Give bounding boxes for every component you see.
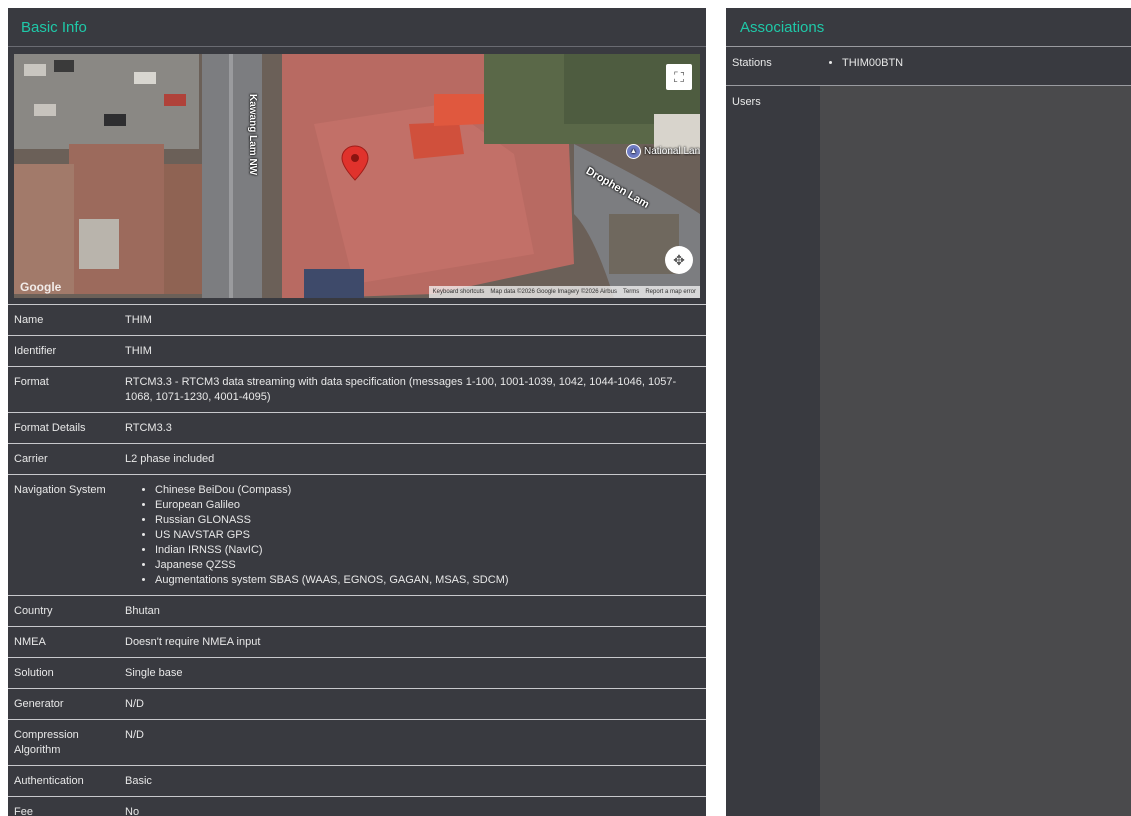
basic-info-panel: Basic Info Kawang Lam NW Drophen Lam ▲ N… — [8, 8, 706, 816]
info-row-solution: Solution Single base — [8, 657, 706, 688]
keyboard-shortcuts-link[interactable]: Keyboard shortcuts — [433, 289, 485, 295]
poi-national[interactable]: ▲ National Lan — [626, 144, 700, 159]
fullscreen-button[interactable]: ⛶ — [666, 64, 692, 90]
google-logo: Google — [20, 280, 62, 294]
row-label: NMEA — [14, 636, 46, 648]
street-label-kawang: Kawang Lam NW — [247, 94, 258, 176]
info-row-compression: Compression Algorithm N/D — [8, 719, 706, 765]
info-row-identifier: Identifier THIM — [8, 335, 706, 366]
info-row-navigation-system: Navigation System Chinese BeiDou (Compas… — [8, 474, 706, 595]
info-row-format-details: Format Details RTCM3.3 — [8, 412, 706, 443]
info-row-carrier: Carrier L2 phase included — [8, 443, 706, 474]
info-row-name: Name THIM — [8, 304, 706, 335]
report-error-link[interactable]: Report a map error — [645, 289, 696, 295]
row-label: Solution — [14, 667, 54, 679]
info-row-generator: Generator N/D — [8, 688, 706, 719]
stations-value: THIM00BTN — [820, 47, 903, 85]
row-value: L2 phase included — [125, 453, 215, 465]
poi-label: National Lan — [644, 146, 700, 157]
terms-link[interactable]: Terms — [623, 289, 639, 295]
list-item: Indian IRNSS (NavIC) — [155, 543, 698, 558]
row-label: Format — [14, 376, 49, 388]
list-item: Chinese BeiDou (Compass) — [155, 483, 698, 498]
users-row: Users — [726, 86, 1131, 816]
list-item: Japanese QZSS — [155, 558, 698, 573]
stations-label: Stations — [732, 57, 772, 69]
info-row-country: Country Bhutan — [8, 595, 706, 626]
info-row-format: Format RTCM3.3 - RTCM3 data streaming wi… — [8, 366, 706, 412]
list-item: Russian GLONASS — [155, 513, 698, 528]
row-value: No — [125, 806, 140, 816]
info-row-nmea: NMEA Doesn't require NMEA input — [8, 626, 706, 657]
associations-body: Stations THIM00BTN Users — [726, 47, 1131, 816]
users-value — [820, 86, 1131, 816]
info-row-fee: Fee No — [8, 796, 706, 816]
list-item: European Galileo — [155, 498, 698, 513]
associations-panel: Associations Stations THIM00BTN Users — [726, 8, 1131, 816]
row-label: Compression Algorithm — [14, 729, 79, 756]
pan-control-button[interactable]: ✥ — [665, 246, 693, 274]
row-label: Format Details — [14, 422, 86, 434]
row-value: Basic — [125, 775, 152, 787]
row-value: N/D — [125, 698, 144, 710]
row-value: THIM — [125, 345, 152, 357]
associations-title: Associations — [726, 8, 1131, 47]
station-link[interactable]: THIM00BTN — [842, 57, 903, 69]
row-label: Fee — [14, 806, 33, 816]
row-value: RTCM3.3 - RTCM3 data streaming with data… — [125, 376, 677, 403]
stations-row: Stations THIM00BTN — [726, 47, 1131, 86]
row-label: Identifier — [14, 345, 57, 357]
navigation-system-list: Chinese BeiDou (Compass) European Galile… — [125, 483, 698, 588]
row-label: Carrier — [14, 453, 48, 465]
pan-control-icon: ✥ — [673, 251, 685, 268]
row-value: RTCM3.3 — [125, 422, 172, 434]
satellite-map[interactable]: Kawang Lam NW Drophen Lam ▲ National Lan… — [14, 54, 700, 298]
row-value: N/D — [125, 729, 144, 741]
row-value: THIM — [125, 314, 152, 326]
row-label: Country — [14, 605, 53, 617]
row-label: Navigation System — [14, 484, 106, 496]
row-value: Single base — [125, 667, 183, 679]
row-label: Name — [14, 314, 44, 326]
stations-list: THIM00BTN — [828, 57, 903, 69]
row-value: Bhutan — [125, 605, 160, 617]
map-attribution: Keyboard shortcuts Map data ©2026 Google… — [428, 286, 700, 298]
row-value: Chinese BeiDou (Compass) European Galile… — [117, 475, 706, 595]
list-item: Augmentations system SBAS (WAAS, EGNOS, … — [155, 573, 698, 588]
info-table: Name THIM Identifier THIM Format RTCM3.3… — [8, 304, 706, 816]
museum-icon: ▲ — [626, 144, 641, 159]
basic-info-title: Basic Info — [8, 8, 706, 47]
users-label: Users — [732, 96, 761, 108]
row-value: Doesn't require NMEA input — [125, 636, 261, 648]
row-label: Generator — [14, 698, 64, 710]
row-label: Authentication — [14, 775, 84, 787]
info-row-authentication: Authentication Basic — [8, 765, 706, 796]
fullscreen-icon: ⛶ — [674, 68, 684, 85]
list-item: US NAVSTAR GPS — [155, 528, 698, 543]
map-data-text: Map data ©2026 Google Imagery ©2026 Airb… — [490, 289, 617, 295]
